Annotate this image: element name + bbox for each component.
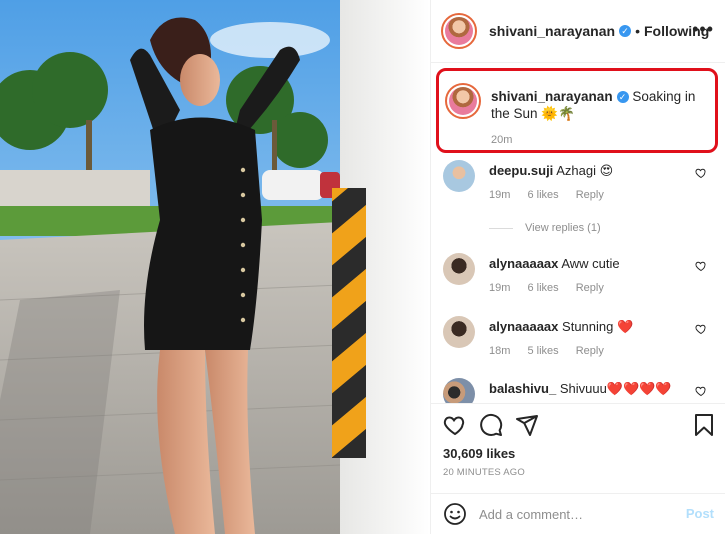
comment-time[interactable]: 18m <box>489 345 510 357</box>
comment-meta: 18m 5 likes Reply <box>489 345 618 357</box>
verified-badge-icon: ✓ <box>619 25 632 37</box>
heart-icon[interactable] <box>695 167 707 179</box>
comment-meta: 19m 6 likes Reply <box>489 282 618 294</box>
heart-icon[interactable] <box>695 385 707 397</box>
more-options-icon[interactable]: ••• <box>692 19 714 40</box>
comment-text: balashivu_ Shivuuu❤️❤️❤️❤️ <box>489 380 689 397</box>
comment-time[interactable]: 19m <box>489 189 510 201</box>
comments-list[interactable]: shivani_narayanan ✓ Soaking in the Sun 🌞🌴… <box>431 63 725 403</box>
post-header: shivani_narayanan ✓ • Following ••• <box>431 0 725 63</box>
reply-button[interactable]: Reply <box>576 189 604 201</box>
comment-icon[interactable] <box>479 413 503 437</box>
header-separator: • <box>635 23 640 39</box>
post-actions: 30,609 likes 20 MINUTES AGO <box>431 403 725 493</box>
commenter-avatar[interactable] <box>443 253 475 285</box>
verified-badge-icon: ✓ <box>616 91 629 103</box>
caption-username[interactable]: shivani_narayanan <box>491 89 613 104</box>
comment-input[interactable] <box>479 504 679 524</box>
likes-count[interactable]: 30,609 likes <box>443 446 515 461</box>
comment-text: alynaaaaax Aww cutie <box>489 255 689 272</box>
instagram-post: shivani_narayanan ✓ • Following ••• shiv… <box>0 0 725 534</box>
comment-likes[interactable]: 6 likes <box>527 282 558 294</box>
share-icon[interactable] <box>515 413 539 437</box>
comment-time[interactable]: 19m <box>489 282 510 294</box>
comment-username[interactable]: deepu.suji <box>489 163 553 178</box>
comment-username[interactable]: alynaaaaax <box>489 256 558 271</box>
comment-username[interactable]: balashivu_ <box>489 381 556 396</box>
view-replies-button[interactable]: View replies (1) <box>489 222 601 234</box>
reply-button[interactable]: Reply <box>576 282 604 294</box>
commenter-avatar[interactable] <box>443 316 475 348</box>
comment-body: Aww cutie <box>561 256 620 271</box>
post-photo[interactable] <box>0 0 430 534</box>
comment-username[interactable]: alynaaaaax <box>489 319 558 334</box>
commenter-avatar[interactable] <box>443 378 475 403</box>
comment-body: Shivuuu❤️❤️❤️❤️ <box>559 381 672 396</box>
post-sidebar: shivani_narayanan ✓ • Following ••• shiv… <box>430 0 725 534</box>
post-image <box>0 0 430 534</box>
comment-likes[interactable]: 6 likes <box>527 189 558 201</box>
caption-time[interactable]: 20m <box>491 134 512 146</box>
caption-avatar[interactable] <box>445 83 481 119</box>
emoji-icon[interactable] <box>443 502 467 526</box>
caption-text: shivani_narayanan ✓ Soaking in the Sun 🌞🌴 <box>491 88 713 122</box>
heart-icon[interactable] <box>695 323 707 335</box>
author-username[interactable]: shivani_narayanan <box>489 23 615 39</box>
heart-icon[interactable] <box>695 260 707 272</box>
comment-likes[interactable]: 5 likes <box>527 345 558 357</box>
author-avatar[interactable] <box>441 13 477 49</box>
replies-divider <box>489 227 513 229</box>
comment-text: alynaaaaax Stunning ❤️ <box>489 318 689 335</box>
post-timestamp[interactable]: 20 MINUTES AGO <box>443 467 525 478</box>
bookmark-icon[interactable] <box>692 413 716 437</box>
reply-button[interactable]: Reply <box>576 345 604 357</box>
post-comment-button[interactable]: Post <box>686 506 714 521</box>
add-comment-bar: Post <box>431 493 725 534</box>
heart-icon[interactable] <box>443 413 467 437</box>
comment-meta: 19m 6 likes Reply <box>489 189 618 201</box>
commenter-avatar[interactable] <box>443 160 475 192</box>
caption-highlight: shivani_narayanan ✓ Soaking in the Sun 🌞🌴… <box>436 68 718 153</box>
comment-body: Stunning ❤️ <box>562 319 634 334</box>
comment-body: Azhagi 😍 <box>556 163 614 178</box>
view-replies-label[interactable]: View replies (1) <box>525 222 601 234</box>
comment-text: deepu.suji Azhagi 😍 <box>489 162 689 179</box>
